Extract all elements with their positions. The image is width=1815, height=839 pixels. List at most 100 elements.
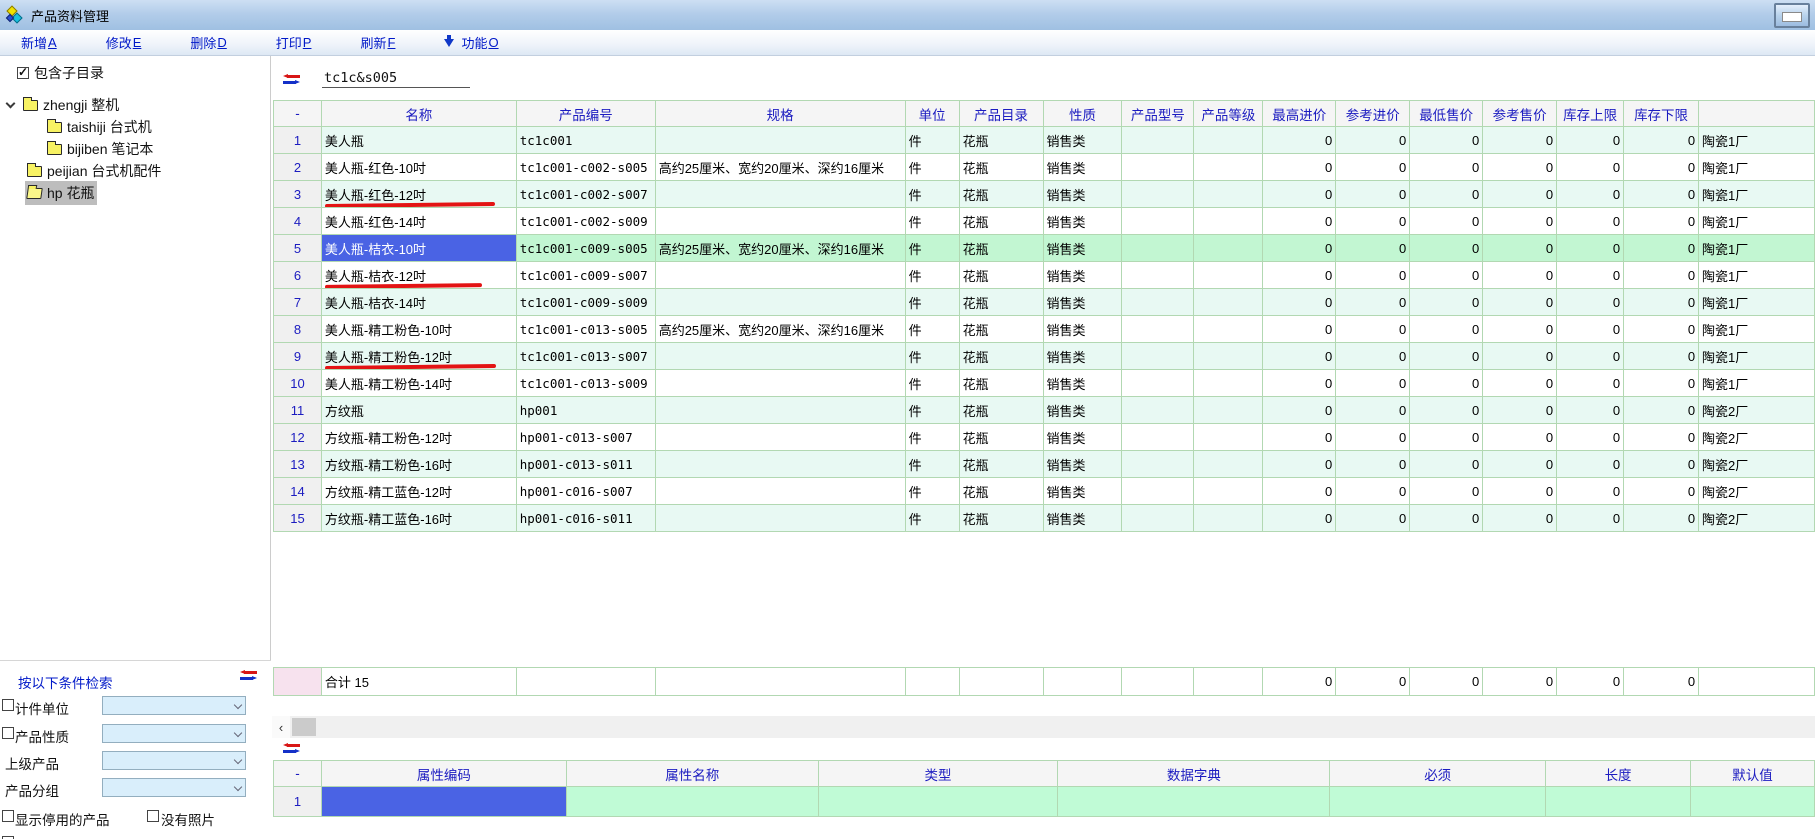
cell-max_buy[interactable]: 0 [1263, 154, 1336, 181]
cell-stock_up[interactable]: 0 [1557, 154, 1624, 181]
cell-model[interactable] [1122, 451, 1194, 478]
expand-chevron-icon[interactable] [6, 99, 16, 109]
cell-num[interactable]: 5 [274, 235, 322, 262]
cell-nature[interactable]: 销售类 [1043, 370, 1122, 397]
cell-min_sell[interactable]: 0 [1410, 370, 1483, 397]
cell-stock_down[interactable]: 0 [1624, 262, 1699, 289]
sidebar-item-peijian[interactable]: peijian 台式机配件 [0, 160, 270, 182]
attr-column-header-必须[interactable]: 必须 [1330, 761, 1546, 787]
cell-stock_down[interactable]: 0 [1624, 154, 1699, 181]
cell-unit[interactable]: 件 [905, 127, 959, 154]
cell-factory[interactable]: 陶瓷2厂 [1699, 478, 1815, 505]
cell-grade[interactable] [1194, 208, 1263, 235]
filter-checkbox-unit[interactable] [2, 699, 14, 711]
cell-factory[interactable]: 陶瓷1厂 [1699, 262, 1815, 289]
cell-num[interactable]: 1 [274, 127, 322, 154]
cell-ref_sell[interactable]: 0 [1483, 424, 1557, 451]
cell-max_buy[interactable]: 0 [1263, 505, 1336, 532]
column-header-参考售价[interactable]: 参考售价 [1483, 101, 1557, 127]
cell-ref_sell[interactable]: 0 [1483, 505, 1557, 532]
grid-tool-icon[interactable] [283, 74, 300, 86]
cell-name[interactable]: 美人瓶-红色-10吋 [321, 154, 516, 181]
column-header-规格[interactable]: 规格 [655, 101, 905, 127]
cell-ref_buy[interactable]: 0 [1336, 154, 1410, 181]
sidebar-item-taishiji[interactable]: taishiji 台式机 [0, 116, 270, 138]
cell-stock_up[interactable]: 0 [1557, 235, 1624, 262]
cell-num[interactable]: 4 [274, 208, 322, 235]
cell-model[interactable] [1122, 370, 1194, 397]
cell-num[interactable]: 8 [274, 316, 322, 343]
cell-catalog[interactable]: 花瓶 [959, 370, 1043, 397]
cell-model[interactable] [1122, 289, 1194, 316]
cell-max_buy[interactable]: 0 [1263, 316, 1336, 343]
cell-spec[interactable] [655, 262, 905, 289]
cell-factory[interactable]: 陶瓷1厂 [1699, 343, 1815, 370]
cell-code[interactable]: tc1c001-c002-s009 [516, 208, 655, 235]
cell-catalog[interactable]: 花瓶 [959, 397, 1043, 424]
column-header-产品型号[interactable]: 产品型号 [1122, 101, 1194, 127]
cell-grade[interactable] [1194, 478, 1263, 505]
cell-name[interactable]: 美人瓶-精工粉色-14吋 [321, 370, 516, 397]
attr-cell-length[interactable] [1546, 787, 1691, 817]
cell-catalog[interactable]: 花瓶 [959, 181, 1043, 208]
cell-name[interactable]: 方纹瓶-精工粉色-12吋 [321, 424, 516, 451]
filter-dropdown-nature[interactable] [102, 724, 246, 743]
attr-cell-name[interactable] [566, 787, 818, 817]
cell-model[interactable] [1122, 478, 1194, 505]
cell-num[interactable]: 3 [274, 181, 322, 208]
cell-max_buy[interactable]: 0 [1263, 127, 1336, 154]
cell-unit[interactable]: 件 [905, 262, 959, 289]
cell-model[interactable] [1122, 343, 1194, 370]
cell-name[interactable]: 美人瓶-红色-14吋 [321, 208, 516, 235]
cell-spec[interactable] [655, 208, 905, 235]
attr-cell-required[interactable] [1330, 787, 1546, 817]
sidebar-item-zhengji[interactable]: zhengji 整机 [0, 94, 270, 116]
cell-code[interactable]: tc1c001-c013-s005 [516, 316, 655, 343]
cell-nature[interactable]: 销售类 [1043, 235, 1122, 262]
cell-unit[interactable]: 件 [905, 154, 959, 181]
cell-ref_buy[interactable]: 0 [1336, 505, 1410, 532]
attr-column-header-indicator[interactable]: - [274, 761, 322, 787]
cell-grade[interactable] [1194, 181, 1263, 208]
cell-grade[interactable] [1194, 127, 1263, 154]
cell-code[interactable]: hp001-c016-s007 [516, 478, 655, 505]
attr-cell-num[interactable]: 1 [274, 787, 322, 817]
checkbox-show-disabled[interactable] [2, 810, 14, 822]
cell-ref_sell[interactable]: 0 [1483, 289, 1557, 316]
sidebar-item-bijiben[interactable]: bijiben 笔记本 [0, 138, 270, 160]
toolbar-print-button[interactable]: 打印P [276, 33, 312, 52]
cell-ref_sell[interactable]: 0 [1483, 208, 1557, 235]
column-header-indicator[interactable]: - [274, 101, 322, 127]
cell-code[interactable]: hp001-c013-s007 [516, 424, 655, 451]
cell-code[interactable]: tc1c001-c009-s009 [516, 289, 655, 316]
cell-spec[interactable] [655, 505, 905, 532]
cell-ref_buy[interactable]: 0 [1336, 397, 1410, 424]
cell-spec[interactable]: 高约25厘米、宽约20厘米、深约16厘米 [655, 154, 905, 181]
cell-stock_down[interactable]: 0 [1624, 505, 1699, 532]
cell-max_buy[interactable]: 0 [1263, 451, 1336, 478]
cell-grade[interactable] [1194, 343, 1263, 370]
cell-grade[interactable] [1194, 154, 1263, 181]
cell-code[interactable]: tc1c001-c009-s005 [516, 235, 655, 262]
cell-stock_up[interactable]: 0 [1557, 397, 1624, 424]
cell-stock_down[interactable]: 0 [1624, 181, 1699, 208]
filter-dropdown-unit[interactable] [102, 696, 246, 715]
cell-ref_buy[interactable]: 0 [1336, 451, 1410, 478]
cell-spec[interactable] [655, 127, 905, 154]
cell-stock_up[interactable]: 0 [1557, 505, 1624, 532]
cell-min_sell[interactable]: 0 [1410, 451, 1483, 478]
cell-factory[interactable]: 陶瓷1厂 [1699, 235, 1815, 262]
toolbar-delete-button[interactable]: 删除D [190, 33, 226, 52]
cell-num[interactable]: 7 [274, 289, 322, 316]
cell-stock_up[interactable]: 0 [1557, 424, 1624, 451]
cell-min_sell[interactable]: 0 [1410, 208, 1483, 235]
cell-code[interactable]: tc1c001-c013-s009 [516, 370, 655, 397]
cell-unit[interactable]: 件 [905, 451, 959, 478]
cell-model[interactable] [1122, 316, 1194, 343]
cell-factory[interactable]: 陶瓷1厂 [1699, 181, 1815, 208]
cell-catalog[interactable]: 花瓶 [959, 289, 1043, 316]
cell-catalog[interactable]: 花瓶 [959, 262, 1043, 289]
column-header-名称[interactable]: 名称 [321, 101, 516, 127]
cell-catalog[interactable]: 花瓶 [959, 235, 1043, 262]
scroll-left-button[interactable]: ‹ [272, 716, 290, 738]
